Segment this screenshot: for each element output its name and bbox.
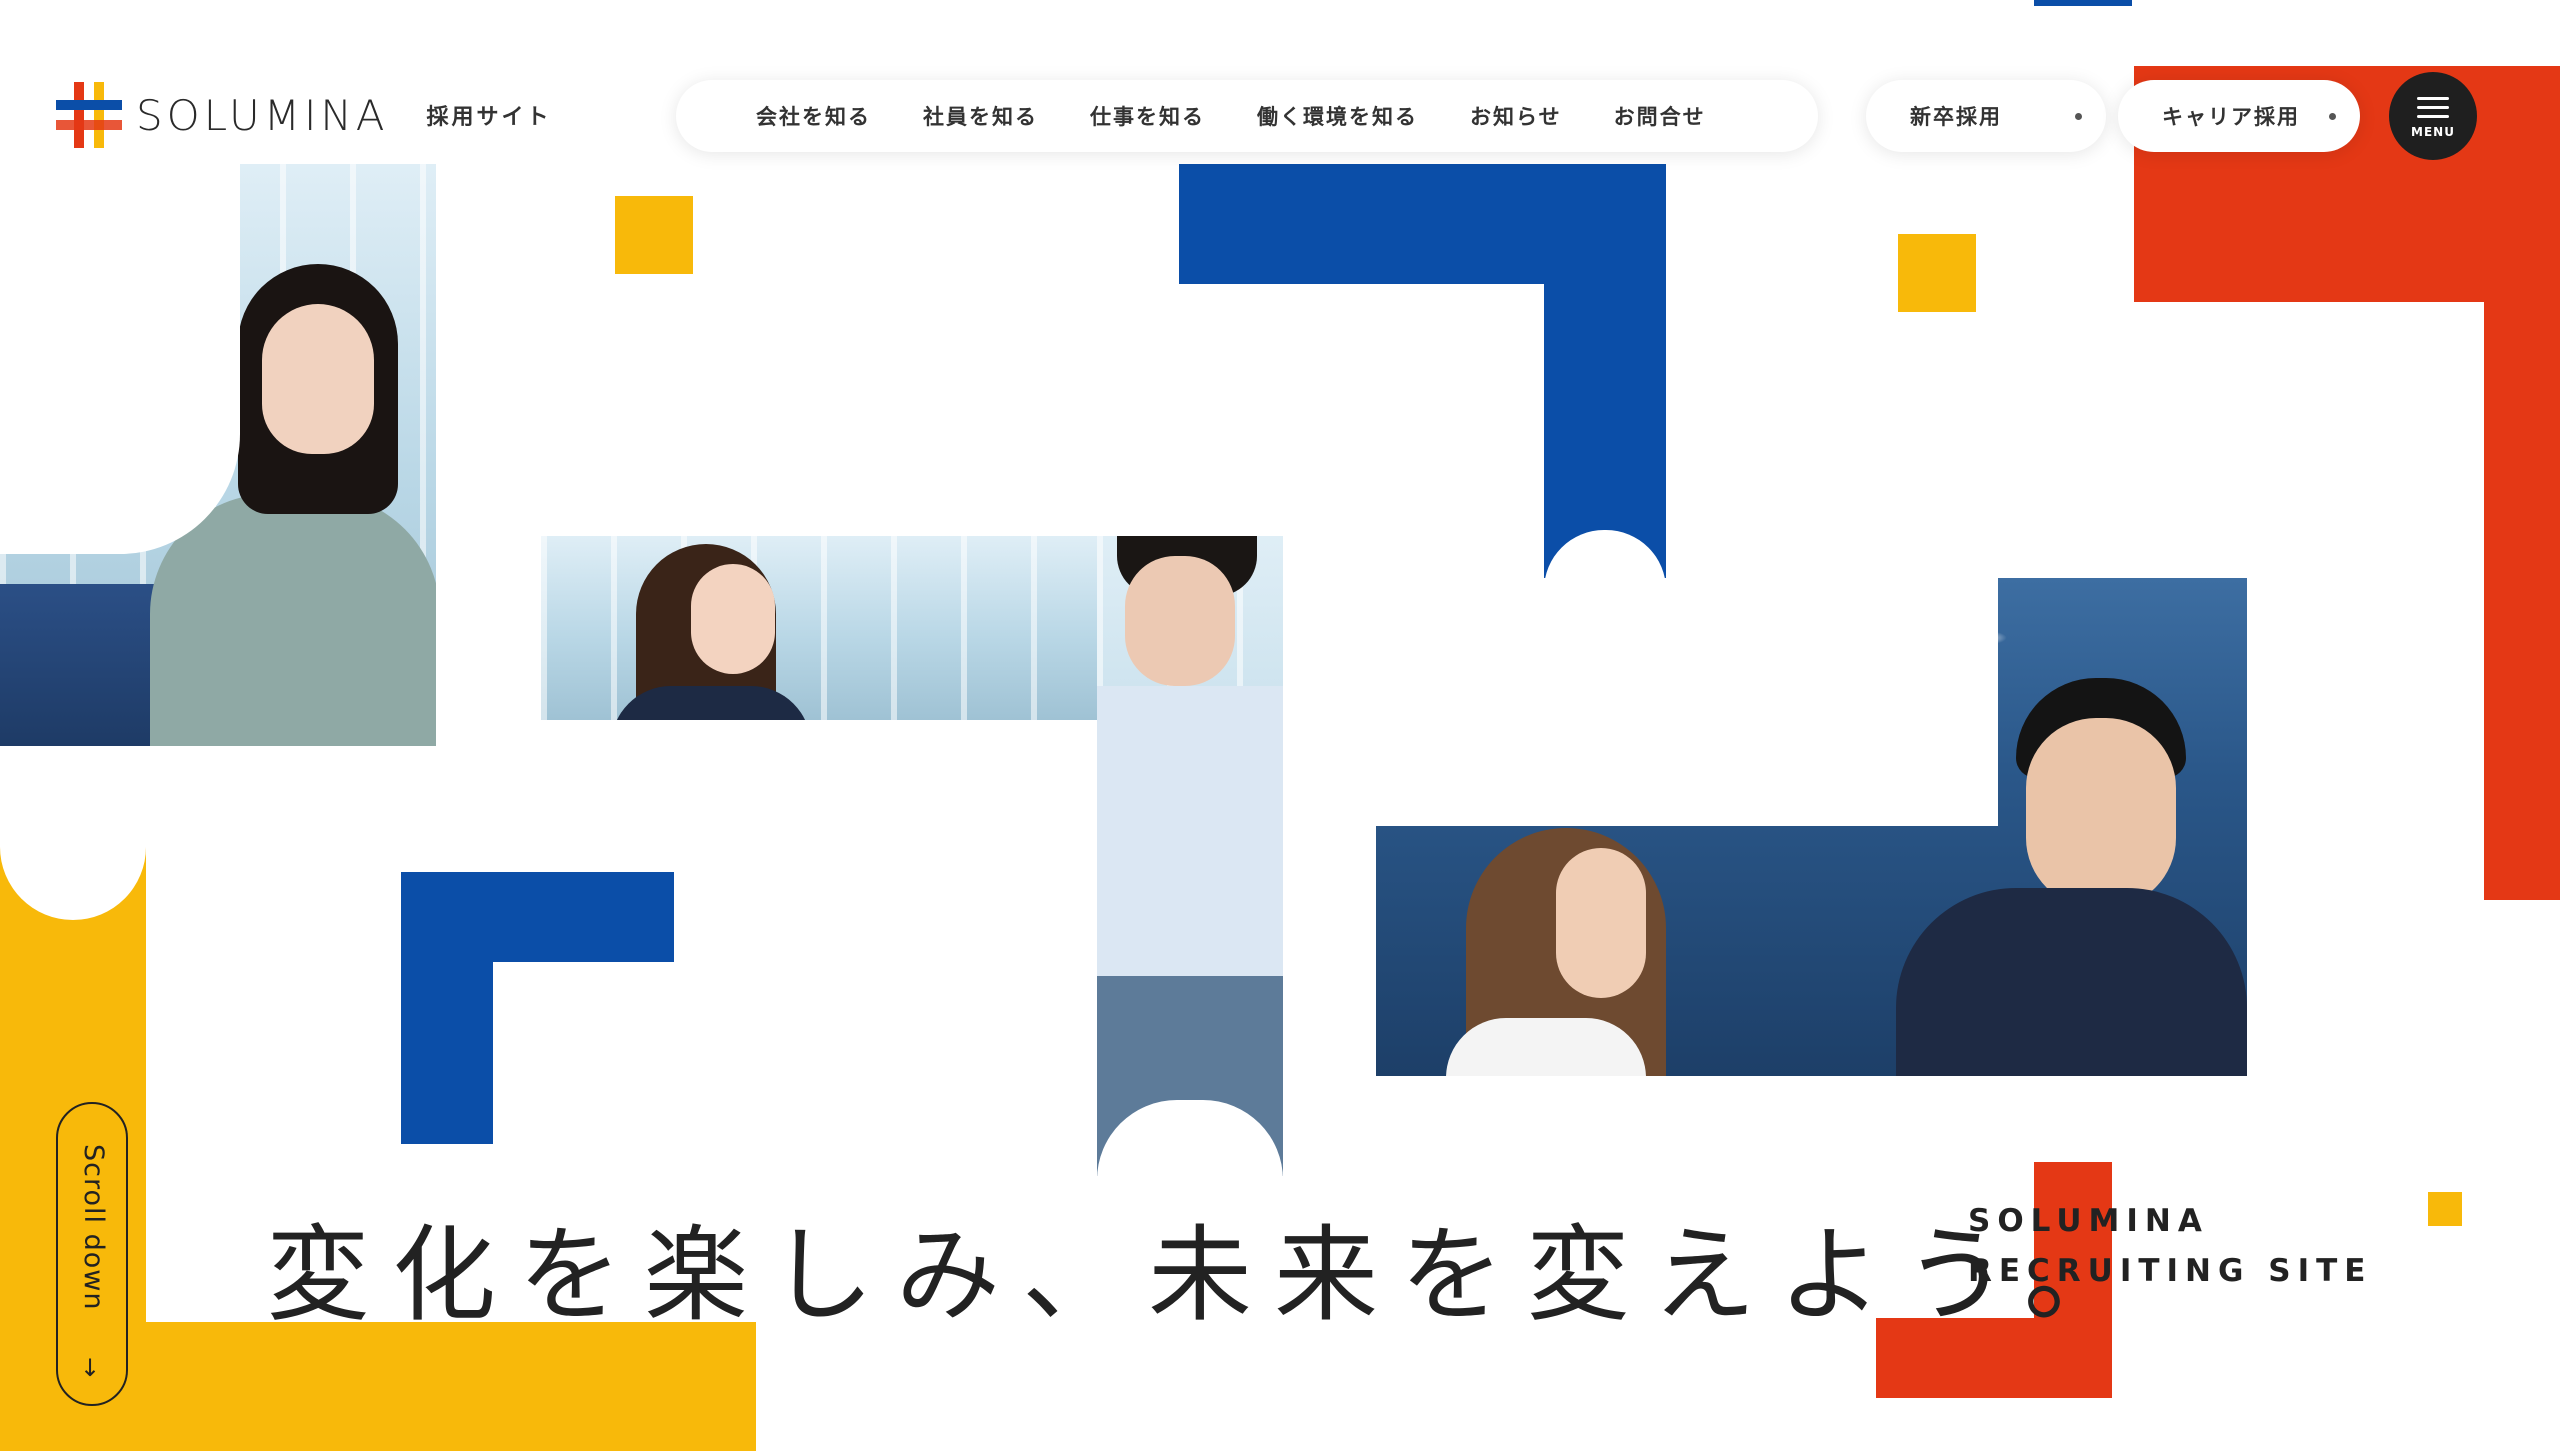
photo-mask: [1376, 578, 1998, 826]
photo-mask: [0, 164, 240, 554]
scroll-down-label: Scroll down: [78, 1144, 109, 1311]
hero-catchcopy: 変化を楽しみ、未来を変えよう。: [266, 1214, 2150, 1336]
person-figure: [1446, 1018, 1646, 1076]
deco-blue-top-column: [1544, 164, 1666, 578]
arrow-down-icon: ↓: [80, 1354, 101, 1382]
career-entry-button[interactable]: キャリア採用: [2118, 80, 2360, 152]
deco-red-right-column: [2484, 66, 2560, 900]
person-figure: [150, 494, 436, 746]
logo-text: SOLUMINA: [136, 90, 389, 140]
deco-blue-bottom-column: [401, 872, 493, 1144]
dot-icon: [2329, 113, 2336, 120]
person-figure: [1097, 686, 1283, 986]
deco-yellow-square: [1898, 234, 1976, 312]
person-face: [691, 564, 775, 674]
menu-label: MENU: [2411, 124, 2455, 139]
deco-blue-top-edge: [2034, 0, 2132, 6]
deco-white-notch: [2134, 302, 2484, 478]
deco-yellow-small-square: [2428, 1192, 2462, 1226]
scroll-down-button[interactable]: Scroll down ↓: [56, 1102, 128, 1406]
hamburger-icon: [2417, 96, 2449, 100]
person-face: [2026, 718, 2176, 908]
hero-subtitle-line2: RECRUITING SITE: [1968, 1253, 2373, 1289]
person-face: [1125, 556, 1235, 686]
nav-item-environment[interactable]: 働く環境を知る: [1257, 101, 1418, 131]
photo-mask-corner: [1998, 470, 2248, 578]
person-figure: [1896, 888, 2247, 1076]
global-nav: 会社を知る 社員を知る 仕事を知る 働く環境を知る お知らせ お問合せ: [676, 80, 1818, 152]
deco-yellow-square: [615, 196, 693, 274]
hamburger-icon: [2417, 105, 2449, 109]
dot-icon: [2075, 113, 2082, 120]
nav-item-work[interactable]: 仕事を知る: [1090, 101, 1205, 131]
deco-blue-bottom-inner: [493, 962, 674, 1144]
hamburger-icon: [2417, 114, 2449, 118]
site-logo[interactable]: SOLUMINA 採用サイト: [56, 82, 552, 148]
nav-item-news[interactable]: お知らせ: [1470, 101, 1562, 131]
site-label: 採用サイト: [426, 105, 552, 130]
menu-button[interactable]: MENU: [2389, 72, 2477, 160]
photo-employee-man-shirt: [1097, 536, 1283, 1176]
career-label: キャリア採用: [2162, 105, 2300, 129]
new-grad-label: 新卒採用: [1910, 105, 2002, 129]
person-face: [1556, 848, 1646, 998]
new-grad-entry-button[interactable]: 新卒採用: [1866, 80, 2106, 152]
nav-item-company[interactable]: 会社を知る: [756, 101, 871, 131]
hero-subtitle-line1: SOLUMINA: [1968, 1203, 2209, 1239]
nav-item-contact[interactable]: お問合せ: [1614, 101, 1706, 131]
hero-subtitle: SOLUMINA RECRUITING SITE: [1968, 1196, 2372, 1296]
person-face: [262, 304, 374, 454]
nav-item-people[interactable]: 社員を知る: [923, 101, 1038, 131]
photo-mask: [541, 720, 1097, 830]
logo-mark-icon: [56, 82, 122, 148]
